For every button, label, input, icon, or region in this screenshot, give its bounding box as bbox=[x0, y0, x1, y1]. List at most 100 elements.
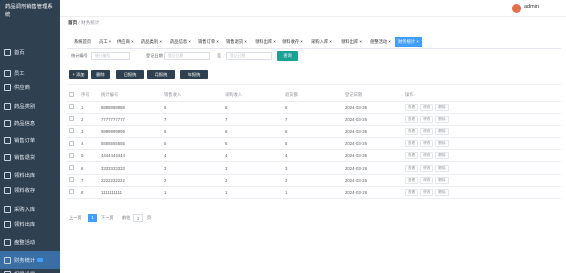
sidebar-item-drug-info[interactable]: 药品信息 bbox=[0, 114, 60, 132]
add-button[interactable]: + 添加 bbox=[69, 70, 88, 79]
code-input[interactable]: 统计编号 bbox=[91, 52, 130, 60]
edit-button[interactable]: 修改 bbox=[420, 115, 434, 123]
cell-purchase: 5 bbox=[223, 137, 283, 151]
prev-page-button[interactable]: 上一页 bbox=[69, 214, 82, 222]
delete-row-button[interactable]: 删除 bbox=[435, 152, 449, 160]
daily-stat-button[interactable]: 日报统 bbox=[116, 70, 144, 79]
tab-9[interactable]: 采购入库 × bbox=[308, 37, 335, 47]
cell-return: 5 bbox=[283, 137, 343, 151]
sidebar-item-label: 员工 bbox=[14, 71, 25, 77]
query-button[interactable]: 查询 bbox=[277, 51, 298, 61]
row-checkbox[interactable] bbox=[69, 104, 74, 110]
edit-button[interactable]: 修改 bbox=[420, 176, 434, 184]
view-button[interactable]: 查看 bbox=[405, 115, 419, 123]
row-checkbox[interactable] bbox=[69, 189, 74, 195]
cell-code: 4444444444 bbox=[99, 149, 162, 163]
goto-input[interactable]: 1 bbox=[133, 214, 143, 222]
row-actions-cell: 查看 修改 删除 bbox=[403, 137, 561, 151]
tab-8[interactable]: 领料收存 × bbox=[279, 37, 306, 47]
menu-icon bbox=[4, 186, 11, 194]
row-checkbox[interactable] bbox=[69, 140, 74, 146]
tab-4[interactable]: 药品信息 × bbox=[167, 37, 194, 47]
edit-button[interactable]: 修改 bbox=[420, 127, 434, 135]
cell-purchase: 7 bbox=[223, 113, 283, 126]
user-name[interactable]: admin bbox=[524, 4, 539, 10]
view-button[interactable]: 查看 bbox=[405, 176, 419, 184]
delete-row-button[interactable]: 删除 bbox=[435, 188, 449, 196]
sidebar-item-permission[interactable]: 权限设置 bbox=[0, 265, 60, 273]
row-checkbox[interactable] bbox=[69, 128, 74, 134]
menu-icon bbox=[4, 171, 11, 179]
view-button[interactable]: 查看 bbox=[405, 152, 419, 160]
col-actions: 操作 bbox=[403, 89, 561, 102]
col-sales: 销售收入 bbox=[162, 89, 223, 102]
select-all-checkbox[interactable] bbox=[69, 91, 74, 97]
delete-row-button[interactable]: 删除 bbox=[435, 176, 449, 184]
tab-6[interactable]: 销售退货 × bbox=[223, 37, 250, 47]
edit-button[interactable]: 修改 bbox=[420, 152, 434, 160]
delete-button[interactable]: 删除 bbox=[91, 70, 110, 79]
cell-code: 9999999999 bbox=[99, 125, 162, 139]
row-checkbox[interactable] bbox=[69, 116, 74, 122]
sidebar-item-pick-store[interactable]: 领料收存 bbox=[0, 181, 60, 199]
breadcrumb-home[interactable]: 首页 bbox=[68, 20, 77, 25]
edit-button[interactable]: 修改 bbox=[420, 140, 434, 148]
edit-button[interactable]: 修改 bbox=[420, 103, 434, 111]
delete-row-button[interactable]: 删除 bbox=[435, 127, 449, 135]
tab-5[interactable]: 销售订单 × bbox=[195, 37, 222, 47]
edit-button[interactable]: 修改 bbox=[420, 188, 434, 196]
sidebar-item-supplier[interactable]: 供应商 bbox=[0, 78, 60, 96]
sidebar-item-inventory[interactable]: 盘整活动 bbox=[0, 233, 60, 251]
menu-icon bbox=[4, 48, 11, 56]
edit-button[interactable]: 修改 bbox=[420, 164, 434, 172]
cell-return: 8 bbox=[283, 101, 343, 114]
delete-row-button[interactable]: 删除 bbox=[435, 164, 449, 172]
tab-3[interactable]: 药品类别 × bbox=[138, 37, 165, 47]
tab-7[interactable]: 领料出库 × bbox=[252, 37, 279, 47]
page-1-button[interactable]: 1 bbox=[88, 214, 97, 222]
sidebar-item-sales-order[interactable]: 销售订单 bbox=[0, 131, 60, 149]
date-to-input[interactable]: 登记日期 bbox=[226, 52, 272, 60]
cell-date: 2024-03-26 bbox=[343, 101, 403, 114]
row-checkbox[interactable] bbox=[69, 165, 74, 171]
cell-return: 6 bbox=[283, 125, 343, 139]
menu-icon bbox=[4, 205, 11, 213]
yearly-stat-button[interactable]: 年报统 bbox=[180, 70, 208, 79]
row-select-cell bbox=[67, 149, 79, 163]
cell-date: 2024-03-26 bbox=[343, 161, 403, 175]
row-actions-cell: 查看 修改 删除 bbox=[403, 186, 561, 200]
menu-icon bbox=[4, 119, 11, 127]
delete-row-button[interactable]: 删除 bbox=[435, 115, 449, 123]
sidebar-item-home[interactable]: 首页 bbox=[0, 43, 60, 61]
cell-return: 3 bbox=[283, 161, 343, 175]
monthly-stat-button[interactable]: 月报统 bbox=[147, 70, 175, 79]
tab-12[interactable]: 财务统计 × bbox=[395, 37, 422, 47]
tab-1[interactable]: 员工 × bbox=[96, 37, 115, 47]
table-row: 1 8888888888 6 8 8 2024-03-26 查看 修改 删除 bbox=[67, 101, 561, 114]
sidebar-item-drug-category[interactable]: 药品类别 bbox=[0, 97, 60, 115]
sidebar-item-pick-out-2[interactable]: 领料出库 bbox=[0, 215, 60, 233]
tab-2[interactable]: 供应商 × bbox=[114, 37, 137, 47]
view-button[interactable]: 查看 bbox=[405, 140, 419, 148]
cell-index: 3 bbox=[79, 125, 99, 139]
sidebar-item-label: 财务统计 bbox=[14, 258, 36, 264]
goto-suffix: 页 bbox=[147, 215, 152, 220]
view-button[interactable]: 查看 bbox=[405, 188, 419, 196]
row-checkbox[interactable] bbox=[69, 152, 74, 158]
next-page-button[interactable]: 下一页 bbox=[101, 214, 114, 222]
date-from-input[interactable]: 登记日期 bbox=[164, 52, 210, 60]
sidebar-item-sales-return[interactable]: 销售退货 bbox=[0, 148, 60, 166]
delete-row-button[interactable]: 删除 bbox=[435, 140, 449, 148]
sidebar-item-label: 领料收存 bbox=[14, 188, 36, 194]
view-button[interactable]: 查看 bbox=[405, 127, 419, 135]
cell-date: 2024-03-26 bbox=[343, 174, 403, 187]
cell-purchase: 2 bbox=[223, 174, 283, 187]
row-checkbox[interactable] bbox=[69, 177, 74, 183]
tab-11[interactable]: 盘整活动 × bbox=[367, 37, 394, 47]
avatar[interactable] bbox=[512, 4, 521, 13]
delete-row-button[interactable]: 删除 bbox=[435, 103, 449, 111]
view-button[interactable]: 查看 bbox=[405, 164, 419, 172]
view-button[interactable]: 查看 bbox=[405, 103, 419, 111]
tab-10[interactable]: 领料出库 × bbox=[338, 37, 365, 47]
tab-0[interactable]: 系统首页 bbox=[71, 37, 95, 47]
